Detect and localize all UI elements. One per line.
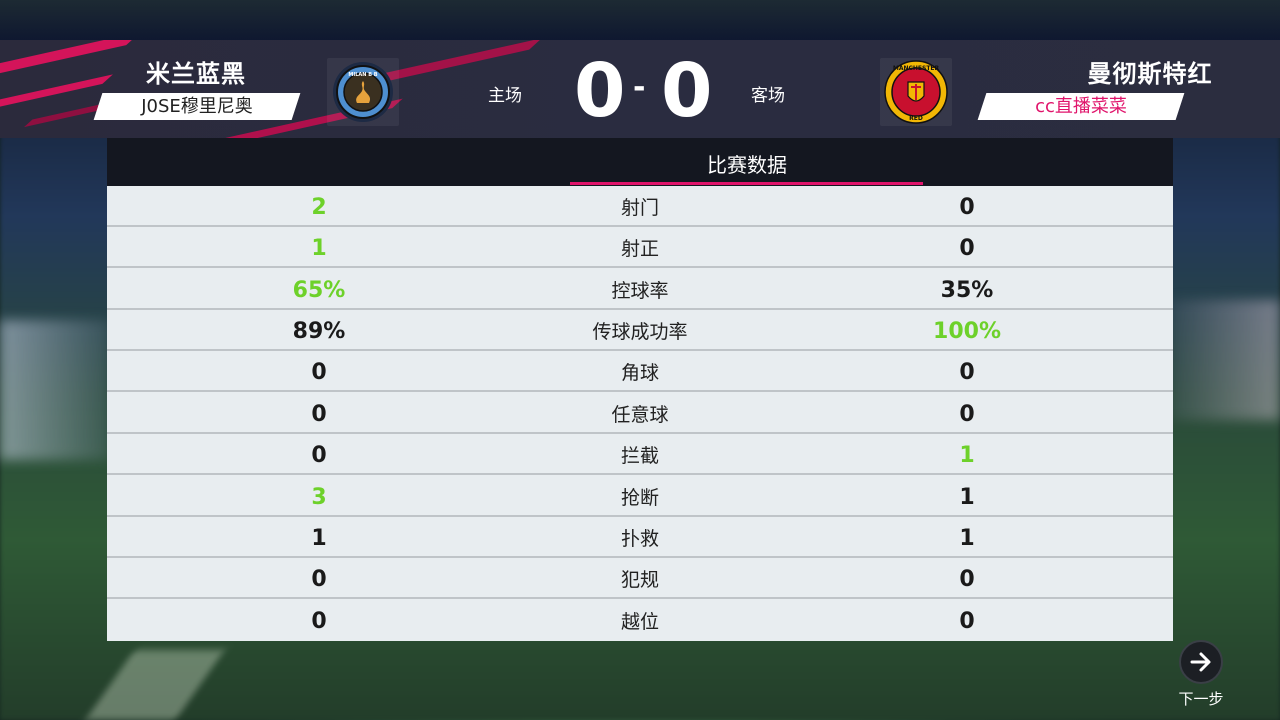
home-user-name: J0SE穆里尼奥 [141,96,253,117]
stat-home-value: 89% [292,319,346,345]
stat-away-value: 1 [959,443,975,469]
away-user-name: cc直播菜菜 [1035,96,1127,117]
stat-label: 角球 [620,362,659,385]
stat-label: 拦截 [620,445,659,468]
stat-away-value: 0 [959,608,975,634]
stat-home-value: 0 [311,443,327,469]
stat-label: 任意球 [611,403,669,426]
arrow-right-icon [1190,652,1211,672]
next-label[interactable]: 下一步 [1170,688,1232,709]
stat-row: 3 抢断 1 [107,476,1173,517]
stat-row: 0 角球 0 [107,351,1173,393]
stat-label: 射正 [620,238,659,261]
away-side-label: 客场 [751,86,785,106]
stat-row: 2 射门 0 [107,186,1173,227]
stat-home-value: 2 [311,195,327,220]
tab-active-indicator [570,182,923,185]
away-score: 0 [661,48,713,134]
stat-row: 1 射正 0 [107,227,1173,269]
stat-away-value: 0 [959,360,975,386]
stat-label: 射门 [620,197,659,219]
home-crest-icon: MILAN B B [327,58,399,126]
stat-label: 控球率 [611,279,669,302]
tab-match-stats[interactable]: 比赛数据 [571,149,923,178]
stats-table: 2 射门 0 1 射正 0 65% 控球率 35% 89% 传球成功率 100% 0 角球 0 0 任意球 0 0 拦… [107,186,1173,641]
stat-away-value: 0 [959,401,975,427]
top-strip [0,0,1280,40]
stat-row: 0 越位 0 [107,600,1173,641]
svg-text:RED: RED [909,115,923,122]
stat-label: 传球成功率 [592,321,688,344]
stat-label: 抢断 [620,486,659,509]
stat-label: 扑救 [620,527,659,550]
stat-away-value: 0 [959,567,975,593]
stadium-light-left [0,320,110,460]
home-score: 0 [574,48,626,134]
next-button[interactable] [1179,640,1223,684]
scoreboard-header: 米兰蓝黑 J0SE穆里尼奥 MILAN B B 主场 0 - 0 客场 MANC… [0,40,1280,138]
stat-row: 0 任意球 0 [107,393,1173,434]
svg-text:MILAN B B: MILAN B B [348,72,377,78]
stadium-light-right [1170,300,1280,420]
stat-label: 犯规 [620,569,659,592]
score-separator: - [633,70,646,105]
home-side-label: 主场 [488,86,522,106]
stat-row: 1 扑救 1 [107,517,1173,558]
stat-away-value: 0 [959,195,975,220]
stat-row: 65% 控球率 35% [107,269,1173,310]
stat-home-value: 0 [311,608,327,634]
stat-row: 0 犯规 0 [107,558,1173,600]
away-team-name: 曼彻斯特红 [1087,60,1213,88]
stat-label: 越位 [620,610,659,633]
stat-home-value: 1 [311,525,327,551]
stat-away-value: 35% [940,277,994,303]
stat-home-value: 65% [292,277,346,303]
away-user-tag: cc直播菜菜 [977,93,1185,120]
stats-tab-bar: 比赛数据 [107,138,1173,186]
stat-away-value: 0 [959,236,975,262]
stat-away-value: 1 [959,484,975,510]
stat-home-value: 3 [311,484,327,510]
stat-home-value: 0 [311,360,327,386]
stat-away-value: 1 [959,525,975,551]
stat-home-value: 1 [311,236,327,262]
stat-home-value: 0 [311,567,327,593]
stat-row: 89% 传球成功率 100% [107,310,1173,352]
stat-row: 0 拦截 1 [107,434,1173,476]
stat-away-value: 100% [933,319,1001,345]
home-user-tag: J0SE穆里尼奥 [93,93,301,120]
stat-home-value: 0 [311,401,327,427]
